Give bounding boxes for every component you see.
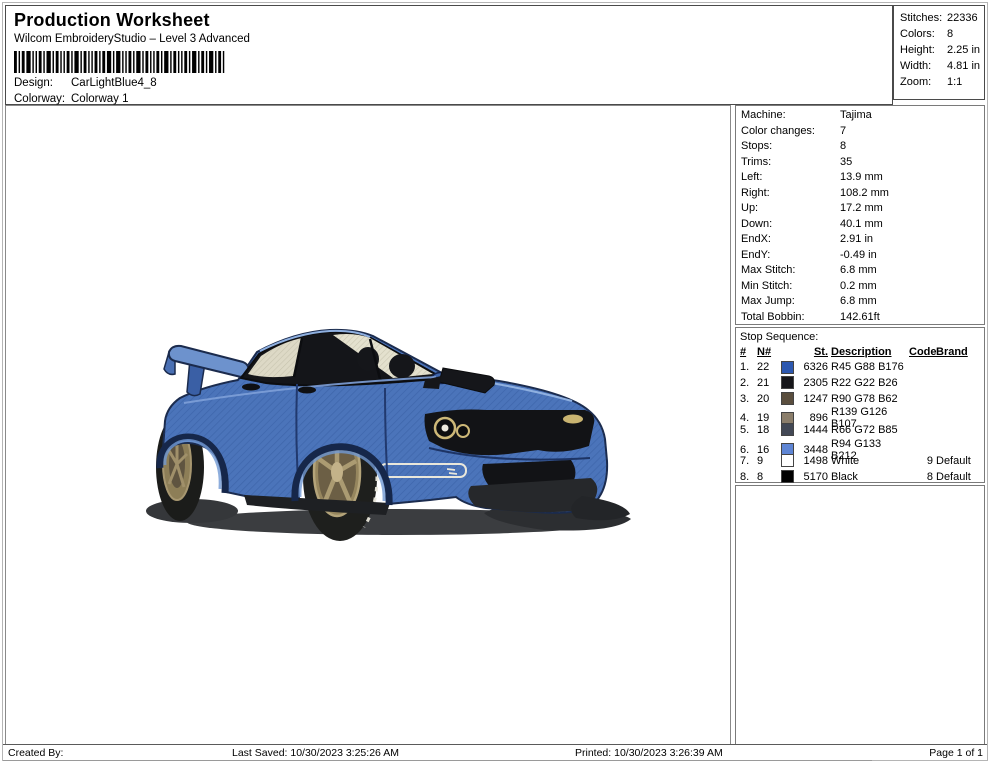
machine-row: EndX: 2.91 in xyxy=(741,233,874,245)
machine-info-box: Machine: Tajima Color changes: 7 Stops: 8 T… xyxy=(735,105,985,325)
thread-color-swatch xyxy=(781,454,794,468)
machine-row: Total Bobbin: 142.61ft xyxy=(741,310,880,323)
machine-row: Trims: 35 xyxy=(741,155,853,168)
notes-empty-box xyxy=(735,485,985,745)
stop-sequence-row: 7. 9 1498 White 9 Default xyxy=(740,454,971,468)
stop-sequence-row: 5. 18 1444 R66 G72 B85 xyxy=(740,423,898,437)
header-info-box: Production Worksheet Wilcom EmbroiderySt… xyxy=(5,5,893,105)
machine-row: Machine: Tajima xyxy=(741,109,872,121)
summary-row: Width: 4.81 in xyxy=(900,60,981,72)
summary-row: Colors: 8 xyxy=(900,28,954,40)
machine-row: Up: 17.2 mm xyxy=(741,202,883,214)
stop-sequence-row: 4. 19 896 R139 G126 B107 xyxy=(740,406,888,431)
thread-color-swatch xyxy=(781,470,794,484)
created-by-field: Created By: xyxy=(3,745,172,761)
summary-row: Stitches: 22336 xyxy=(900,12,978,24)
machine-row: Max Stitch: 6.8 mm xyxy=(741,264,877,276)
thread-color-swatch xyxy=(781,376,794,390)
stop-sequence-row: 2. 21 2305 R22 G22 B26 xyxy=(740,376,898,390)
machine-row: Stops: 8 xyxy=(741,140,847,152)
software-subtitle: Wilcom EmbroideryStudio – Level 3 Advanc… xyxy=(14,33,250,45)
design-summary-box: Stitches: 22336 Colors: 8 Height: 2.25 in W… xyxy=(893,5,985,100)
thread-color-swatch xyxy=(781,392,794,406)
design-label: Design: xyxy=(14,77,53,89)
design-row: Design: CarLightBlue4_8 xyxy=(14,77,157,89)
last-saved-field: Last Saved: 10/30/2023 3:25:26 AM xyxy=(172,745,557,761)
colorway-value: Colorway 1 xyxy=(71,93,129,105)
page-number: Page 1 of 1 xyxy=(929,747,983,759)
stop-sequence-header: # N# St. Description Code Brand xyxy=(740,345,968,358)
stop-sequence-row: 3. 20 1247 R90 G78 B62 xyxy=(740,392,898,406)
machine-row: Right: 108.2 mm xyxy=(741,186,889,199)
design-canvas xyxy=(5,105,731,745)
summary-row: Height: 2.25 in xyxy=(900,44,981,56)
stop-sequence-row: 1. 22 6326 R45 G88 B176 xyxy=(740,360,904,374)
summary-row: Zoom: 1:1 xyxy=(900,76,963,88)
colorway-label: Colorway: xyxy=(14,93,66,105)
stop-sequence-row: 6. 16 3448 R94 G133 B212 xyxy=(740,437,882,462)
machine-row: Left: 13.9 mm xyxy=(741,171,883,183)
footer: Created By: Last Saved: 10/30/2023 3:25:… xyxy=(3,744,987,761)
stop-sequence-title: Stop Sequence: xyxy=(740,331,819,343)
printed-field: Printed: 10/30/2023 3:26:39 AM xyxy=(557,745,872,761)
colorway-row: Colorway: Colorway 1 xyxy=(14,93,129,105)
stop-sequence-row: 8. 8 5170 Black 8 Default xyxy=(740,470,971,484)
thread-color-swatch xyxy=(781,423,794,437)
barcode xyxy=(14,51,225,73)
machine-row: Min Stitch: 0.2 mm xyxy=(741,279,877,292)
page-title: Production Worksheet xyxy=(14,10,210,30)
machine-row: Max Jump: 6.8 mm xyxy=(741,295,877,307)
thread-color-swatch xyxy=(781,360,794,374)
design-value: CarLightBlue4_8 xyxy=(71,77,157,89)
machine-row: EndY: -0.49 in xyxy=(741,248,877,261)
machine-row: Down: 40.1 mm xyxy=(741,217,883,230)
machine-row: Color changes: 7 xyxy=(741,124,847,137)
stop-sequence-box: Stop Sequence: # N# St. Description Code… xyxy=(735,327,985,484)
car-embroidery-design xyxy=(146,328,631,541)
production-worksheet-page: Production Worksheet Wilcom EmbroiderySt… xyxy=(0,0,990,762)
